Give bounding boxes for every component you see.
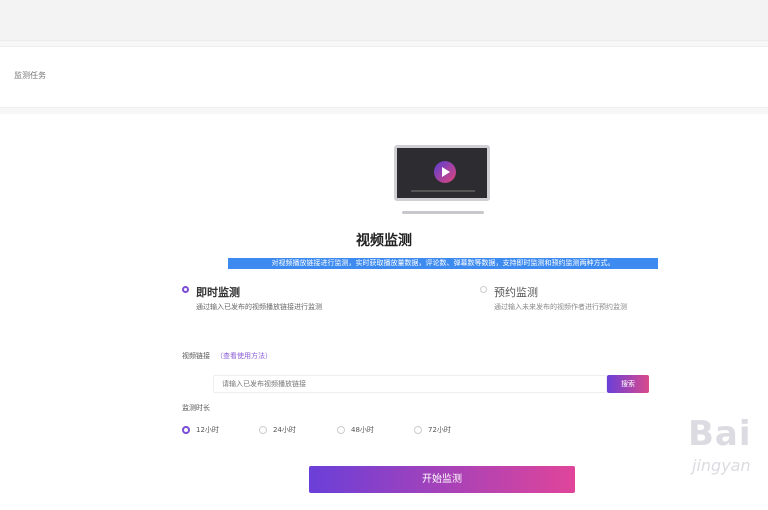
top-bar — [0, 0, 768, 41]
video-link-label: 视频链接 — [182, 352, 210, 360]
radio-72h[interactable] — [414, 426, 422, 434]
progress-bar-decoration — [411, 190, 475, 192]
breadcrumb[interactable]: 监测任务 — [14, 70, 46, 81]
radio-24h[interactable] — [259, 426, 267, 434]
sub-header: 监测任务 — [0, 46, 768, 108]
radio-scheduled[interactable] — [480, 286, 487, 293]
duration-label: 监测时长 — [182, 404, 210, 412]
start-monitor-button[interactable]: 开始监测 — [309, 466, 575, 493]
duration-option-label: 48小时 — [351, 426, 374, 434]
usage-help-link[interactable]: （查看使用方法） — [216, 352, 272, 360]
radio-instant[interactable] — [182, 286, 189, 293]
video-link-label-row: 视频链接 （查看使用方法） — [182, 351, 272, 361]
mode-instant-desc: 通过输入已发布的视频播放链接进行监测 — [196, 303, 322, 311]
video-link-input[interactable] — [213, 375, 607, 393]
radio-12h[interactable] — [182, 426, 190, 434]
monitor-stand — [402, 211, 484, 214]
mode-scheduled-desc: 通过输入未来发布的视频作者进行预约监测 — [494, 303, 627, 311]
mode-scheduled-label: 预约监测 — [494, 286, 538, 299]
duration-option-label: 72小时 — [428, 426, 451, 434]
mode-instant-label: 即时监测 — [196, 286, 240, 299]
page-description: 对视频播放链接进行监测，实时获取播放量数据，评论数、弹幕数等数据，支持即时监测和… — [228, 258, 658, 269]
search-button[interactable]: 搜索 — [607, 375, 649, 393]
duration-option-label: 24小时 — [273, 426, 296, 434]
watermark-logo: Bai — [688, 414, 752, 454]
watermark-sub: jingyan — [692, 456, 751, 475]
play-icon — [434, 161, 456, 183]
video-monitor-illustration — [394, 145, 490, 201]
page-title: 视频监测 — [356, 233, 412, 249]
radio-48h[interactable] — [337, 426, 345, 434]
main-content — [0, 114, 768, 510]
duration-option-label: 12小时 — [196, 426, 219, 434]
